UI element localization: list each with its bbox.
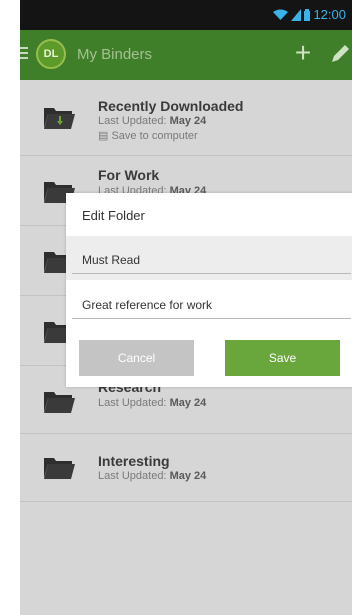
cancel-button[interactable]: Cancel xyxy=(79,340,194,376)
folder-title: Interesting xyxy=(98,453,170,469)
status-icons: 12:00 xyxy=(273,7,346,22)
clock: 12:00 xyxy=(313,7,346,22)
battery-icon xyxy=(304,8,311,21)
plus-icon: + xyxy=(294,37,312,68)
app-bar: DL My Binders + xyxy=(20,30,352,80)
folder-icon xyxy=(44,458,75,479)
last-updated: Last Updated: May 24 xyxy=(98,115,207,127)
signal-icon xyxy=(291,8,302,21)
page-title: My Binders xyxy=(77,46,153,63)
pencil-icon[interactable] xyxy=(328,42,352,66)
folder-name-input[interactable]: Must Read xyxy=(72,245,351,274)
folder-title: For Work xyxy=(98,167,160,183)
wifi-icon xyxy=(273,9,289,20)
save-button[interactable]: Save xyxy=(225,340,340,376)
edit-folder-dialog: Edit Folder Must Read Great reference fo… xyxy=(66,193,352,387)
list-item[interactable]: Recently Downloaded Last Updated: May 24… xyxy=(20,80,352,156)
list-item[interactable]: Interesting Last Updated: May 24 xyxy=(20,434,352,502)
app-screen: 12:00 DL My Binders + Recently Downloade… xyxy=(20,0,352,615)
last-updated: Last Updated: May 24 xyxy=(98,470,207,482)
add-button[interactable]: + xyxy=(290,37,316,68)
app-logo[interactable]: DL xyxy=(36,39,66,69)
computer-icon: ▤ xyxy=(98,130,109,142)
status-bar: 12:00 xyxy=(20,0,352,30)
folder-icon xyxy=(44,108,75,129)
folder-icon xyxy=(44,392,75,413)
save-to-computer[interactable]: ▤ Save to computer xyxy=(98,129,198,142)
dialog-title: Edit Folder xyxy=(82,208,145,223)
menu-icon[interactable] xyxy=(20,47,28,61)
folder-description-value: Great reference for work xyxy=(82,298,213,312)
folder-name-value: Must Read xyxy=(82,253,141,267)
last-updated: Last Updated: May 24 xyxy=(98,397,207,409)
folder-title: Recently Downloaded xyxy=(98,98,244,114)
folder-description-input[interactable]: Great reference for work xyxy=(72,290,351,319)
